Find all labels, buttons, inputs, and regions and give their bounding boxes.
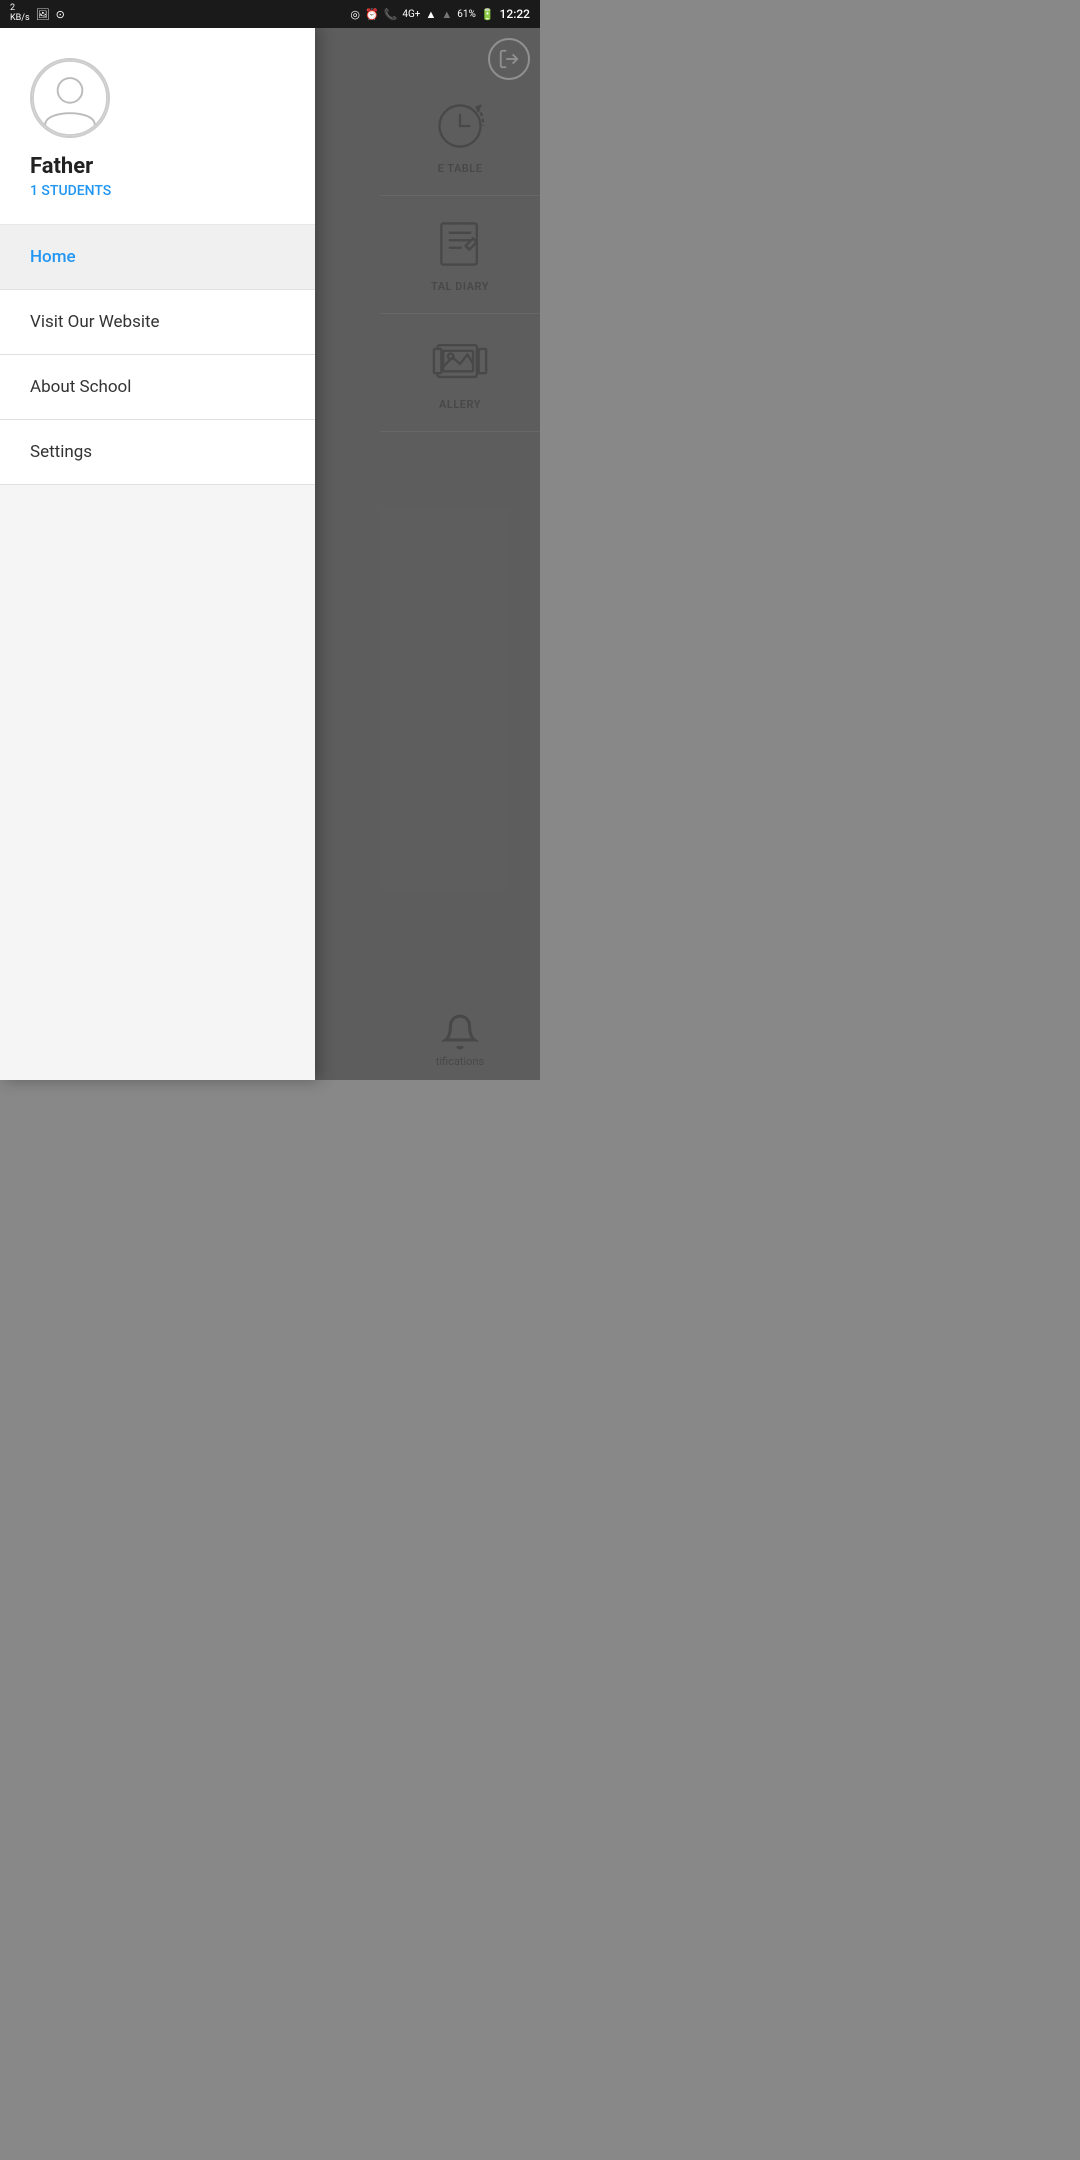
circle-icon: ⊙ xyxy=(56,8,65,21)
menu-item-website-label: Visit Our Website xyxy=(30,312,160,332)
phone-icon: 📞 xyxy=(384,8,398,21)
drawer-menu: Home Visit Our Website About School Sett… xyxy=(0,225,315,1080)
signal-icon: ▲ xyxy=(425,8,436,21)
hotspot-icon: ◎ xyxy=(350,8,360,21)
user-role: 1 STUDENTS xyxy=(30,183,285,199)
menu-item-settings-label: Settings xyxy=(30,442,92,462)
speed-indicator: 2 KB/s xyxy=(10,4,30,24)
status-left: 2 KB/s 🖼 ⊙ xyxy=(10,4,65,24)
battery-icon: 🔋 xyxy=(481,8,495,21)
menu-item-home-label: Home xyxy=(30,247,76,267)
menu-item-website[interactable]: Visit Our Website xyxy=(0,290,315,355)
battery-level: 61% xyxy=(457,9,476,20)
status-bar: 2 KB/s 🖼 ⊙ ◎ ⏰ 📞 4G+ ▲ ▲ 61% 🔋 12:22 xyxy=(0,0,540,28)
drawer-header: Father 1 STUDENTS xyxy=(0,28,315,225)
menu-item-about[interactable]: About School xyxy=(0,355,315,420)
user-name: Father xyxy=(30,154,285,179)
photo-icon: 🖼 xyxy=(36,8,50,21)
drawer-scrim[interactable] xyxy=(315,28,540,1080)
main-container: E TABLE TAL DIARY AL xyxy=(0,28,540,1080)
network-label: 4G+ xyxy=(402,9,420,20)
alarm-icon: ⏰ xyxy=(365,8,379,21)
time-display: 12:22 xyxy=(500,7,530,21)
signal-icon2: ▲ xyxy=(441,8,452,21)
menu-item-home[interactable]: Home xyxy=(0,225,315,290)
navigation-drawer: Father 1 STUDENTS Home Visit Our Website… xyxy=(0,28,315,1080)
status-right: ◎ ⏰ 📞 4G+ ▲ ▲ 61% 🔋 12:22 xyxy=(350,7,530,21)
menu-item-about-label: About School xyxy=(30,377,131,397)
menu-item-settings[interactable]: Settings xyxy=(0,420,315,485)
avatar xyxy=(30,58,110,138)
